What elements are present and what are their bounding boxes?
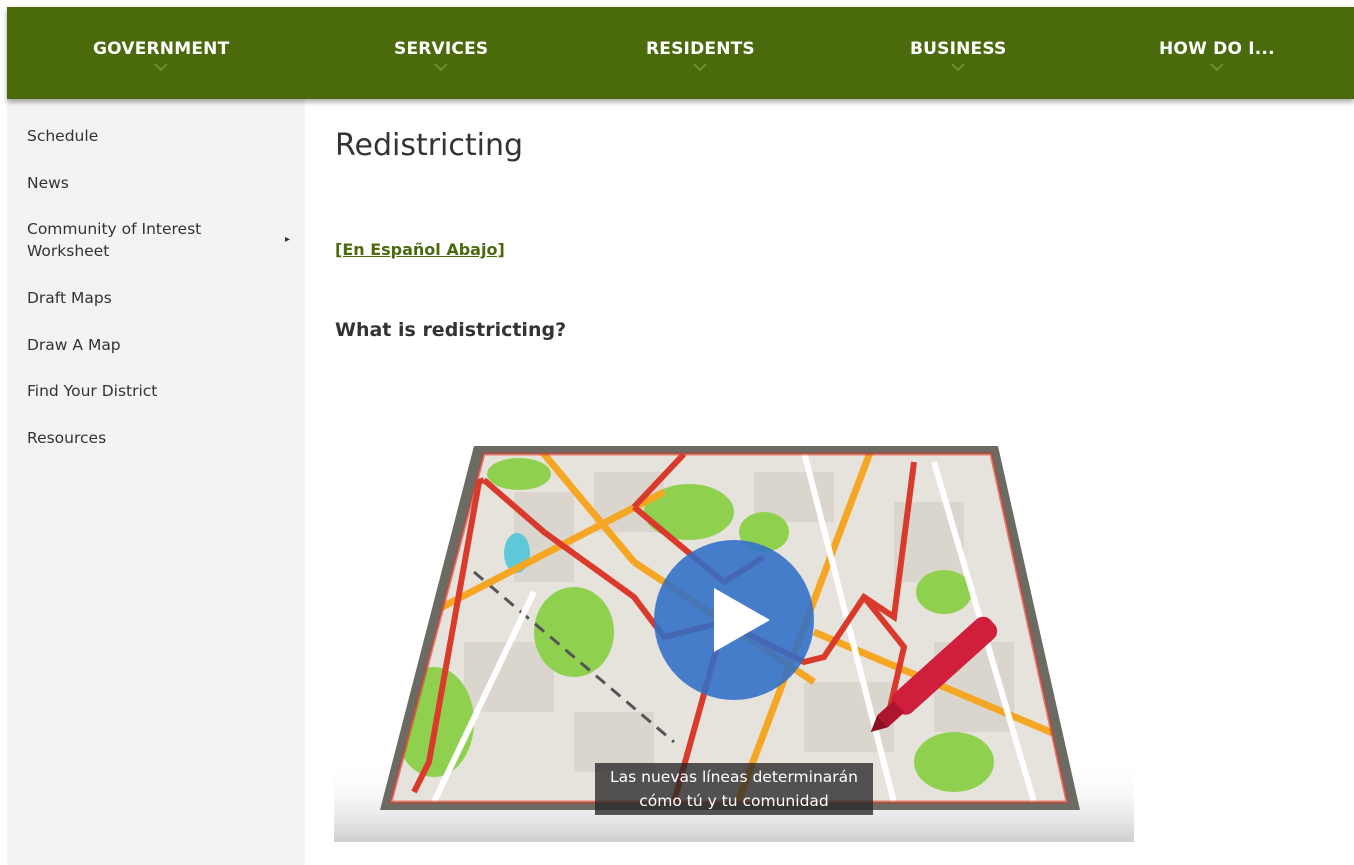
nav-business-label: BUSINESS bbox=[910, 39, 1007, 59]
sidebar-item-draw-a-map[interactable]: Draw A Map bbox=[27, 334, 297, 356]
nav-how-do-i[interactable]: HOW DO I... bbox=[1159, 7, 1275, 99]
section-heading: What is redistricting? bbox=[335, 319, 567, 341]
chevron-down-icon bbox=[693, 63, 708, 72]
sidebar-item-label: Draft Maps bbox=[27, 289, 112, 307]
play-icon bbox=[714, 588, 770, 652]
nav-residents[interactable]: RESIDENTS bbox=[646, 7, 755, 99]
sidebar-item-label: Community of Interest Worksheet bbox=[27, 220, 202, 260]
chevron-down-icon bbox=[951, 63, 965, 72]
chevron-down-icon bbox=[1210, 63, 1224, 72]
nav-business[interactable]: BUSINESS bbox=[910, 7, 1007, 99]
main-navigation: GOVERNMENT SERVICES RESIDENTS BUSINESS H… bbox=[7, 7, 1354, 99]
chevron-down-icon bbox=[434, 63, 448, 72]
nav-services-label: SERVICES bbox=[394, 39, 489, 59]
sidebar-item-resources[interactable]: Resources bbox=[27, 427, 297, 449]
nav-residents-label: RESIDENTS bbox=[646, 39, 755, 59]
sidebar-item-schedule[interactable]: Schedule bbox=[27, 125, 297, 147]
sidebar-item-label: Draw A Map bbox=[27, 336, 121, 354]
chevron-down-icon bbox=[154, 63, 168, 72]
sidebar-item-find-your-district[interactable]: Find Your District bbox=[27, 380, 297, 402]
sidebar-item-label: Resources bbox=[27, 429, 107, 447]
sidebar-item-news[interactable]: News bbox=[27, 172, 297, 194]
caption-line-2: cómo tú y tu comunidad bbox=[639, 792, 829, 810]
video-player[interactable]: Las nuevas líneas determinarán cómo tú y… bbox=[334, 382, 1134, 842]
sidebar-item-draft-maps[interactable]: Draft Maps bbox=[27, 287, 297, 309]
nav-how-do-i-label: HOW DO I... bbox=[1159, 39, 1275, 59]
spanish-language-link[interactable]: [En Español Abajo] bbox=[335, 240, 505, 259]
nav-government[interactable]: GOVERNMENT bbox=[93, 7, 229, 99]
sidebar: Schedule News Community of Interest Work… bbox=[7, 99, 305, 865]
submenu-arrow-icon[interactable]: ▸ bbox=[285, 234, 290, 245]
sidebar-item-label: Schedule bbox=[27, 127, 99, 145]
nav-services[interactable]: SERVICES bbox=[394, 7, 488, 99]
play-button[interactable] bbox=[654, 540, 814, 700]
sidebar-item-label: Find Your District bbox=[27, 382, 158, 400]
sidebar-item-community-of-interest-worksheet[interactable]: Community of Interest Worksheet bbox=[27, 218, 227, 262]
caption-line-1: Las nuevas líneas determinarán bbox=[610, 768, 858, 786]
page-title: Redistricting bbox=[335, 128, 524, 163]
video-caption: Las nuevas líneas determinarán cómo tú y… bbox=[595, 763, 873, 815]
sidebar-item-label: News bbox=[27, 174, 69, 192]
nav-government-label: GOVERNMENT bbox=[93, 39, 230, 59]
